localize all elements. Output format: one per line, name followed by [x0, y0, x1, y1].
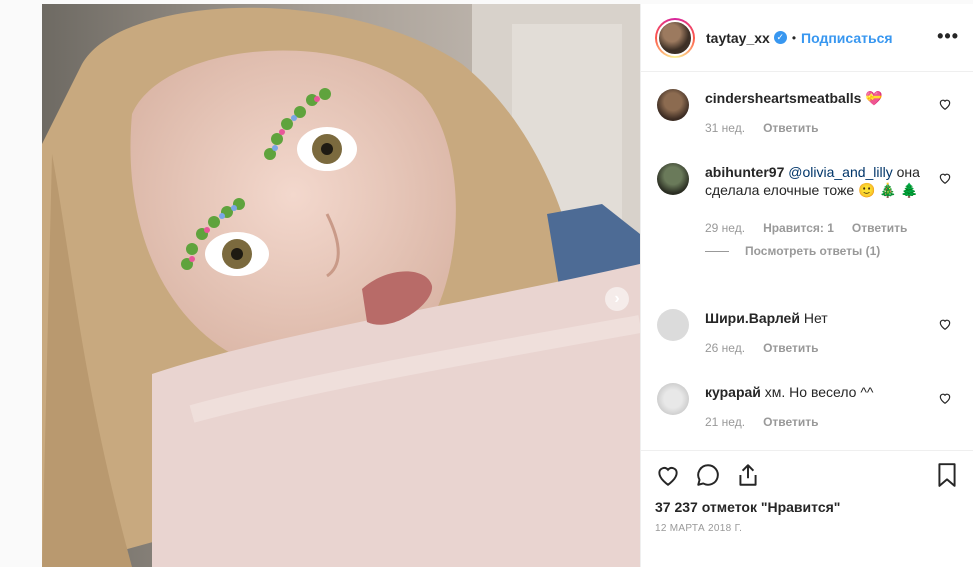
post-container: › taytay_xx ✓ • Подписаться ••• cindersh…: [42, 4, 973, 567]
follow-button[interactable]: Подписаться: [801, 30, 893, 46]
comment-item: курарай хм. Но весело ^^ 21 нед. Ответит…: [655, 383, 960, 430]
comment-time[interactable]: 21 нед.: [705, 415, 745, 430]
verified-badge-icon: ✓: [773, 31, 787, 44]
comment-avatar[interactable]: [657, 163, 689, 195]
next-photo-button[interactable]: ›: [605, 287, 629, 311]
comment-item: abihunter97 @olivia_and_lilly она сделал…: [655, 163, 960, 258]
comment-meta: 31 нед. Ответить: [705, 121, 931, 136]
comment-message: 💝: [865, 90, 883, 106]
heart-icon[interactable]: [938, 171, 952, 185]
comment-text: cindersheartsmeatballs 💝: [705, 89, 931, 107]
comment-meta: 21 нед. Ответить: [705, 415, 931, 430]
comment-mention[interactable]: @olivia_and_lilly: [788, 164, 893, 180]
comment-message: хм. Но весело ^^: [764, 384, 874, 400]
comment-username[interactable]: Шири.Варлей: [705, 310, 800, 326]
comment-username[interactable]: курарай: [705, 384, 761, 400]
comments-list[interactable]: cindersheartsmeatballs 💝 31 нед. Ответит…: [641, 73, 973, 450]
comment-meta: 26 нед. Ответить: [705, 341, 931, 356]
comment-avatar[interactable]: [657, 309, 689, 341]
post-date[interactable]: 12 МАРТА 2018 Г.: [655, 523, 960, 534]
chevron-right-icon: ›: [614, 290, 620, 307]
reply-button[interactable]: Ответить: [763, 341, 818, 356]
comment-text: курарай хм. Но весело ^^: [705, 383, 931, 401]
likes-count[interactable]: 37 237 отметок "Нравится": [655, 499, 960, 515]
share-icon[interactable]: [735, 462, 761, 488]
heart-icon[interactable]: [655, 462, 681, 488]
comment-likes[interactable]: Нравится: 1: [763, 221, 834, 236]
comment-message: Нет: [803, 310, 828, 326]
comment-time[interactable]: 29 нед.: [705, 221, 745, 236]
post-actions: 37 237 отметок "Нравится" 12 МАРТА 2018 …: [641, 450, 973, 534]
replies-divider: [705, 250, 729, 252]
action-icons: [655, 451, 960, 499]
comment-item: cindersheartsmeatballs 💝 31 нед. Ответит…: [655, 89, 960, 136]
heart-icon[interactable]: [938, 97, 952, 111]
comment-meta: 29 нед. Нравится: 1 Ответить: [705, 221, 931, 236]
post-sidebar: taytay_xx ✓ • Подписаться ••• cindershea…: [640, 4, 973, 567]
view-replies-label: Посмотреть ответы (1): [745, 244, 881, 258]
selfie-illustration: [42, 4, 640, 567]
comment-bubble-icon[interactable]: [695, 462, 721, 488]
reply-button[interactable]: Ответить: [763, 121, 818, 136]
heart-icon[interactable]: [938, 391, 952, 405]
comment-avatar[interactable]: [657, 89, 689, 121]
author-avatar[interactable]: [655, 17, 695, 58]
comment-item: Шири.Варлей Нет 26 нед. Ответить: [655, 309, 960, 356]
post-photo[interactable]: ›: [42, 4, 640, 567]
post-header: taytay_xx ✓ • Подписаться •••: [641, 4, 973, 72]
comment-username[interactable]: cindersheartsmeatballs: [705, 90, 861, 106]
more-options-icon[interactable]: •••: [937, 26, 959, 47]
heart-icon[interactable]: [938, 317, 952, 331]
comment-time[interactable]: 31 нед.: [705, 121, 745, 136]
bookmark-icon[interactable]: [934, 462, 960, 488]
reply-button[interactable]: Ответить: [852, 221, 907, 236]
comment-text: Шири.Варлей Нет: [705, 309, 931, 327]
reply-button[interactable]: Ответить: [763, 415, 818, 430]
comment-text: abihunter97 @olivia_and_lilly она сделал…: [705, 163, 931, 199]
comment-username[interactable]: abihunter97: [705, 164, 784, 180]
comment-avatar[interactable]: [657, 383, 689, 415]
header-separator: •: [791, 30, 797, 45]
view-replies-button[interactable]: Посмотреть ответы (1): [705, 244, 960, 258]
comment-time[interactable]: 26 нед.: [705, 341, 745, 356]
author-username[interactable]: taytay_xx: [706, 30, 770, 46]
